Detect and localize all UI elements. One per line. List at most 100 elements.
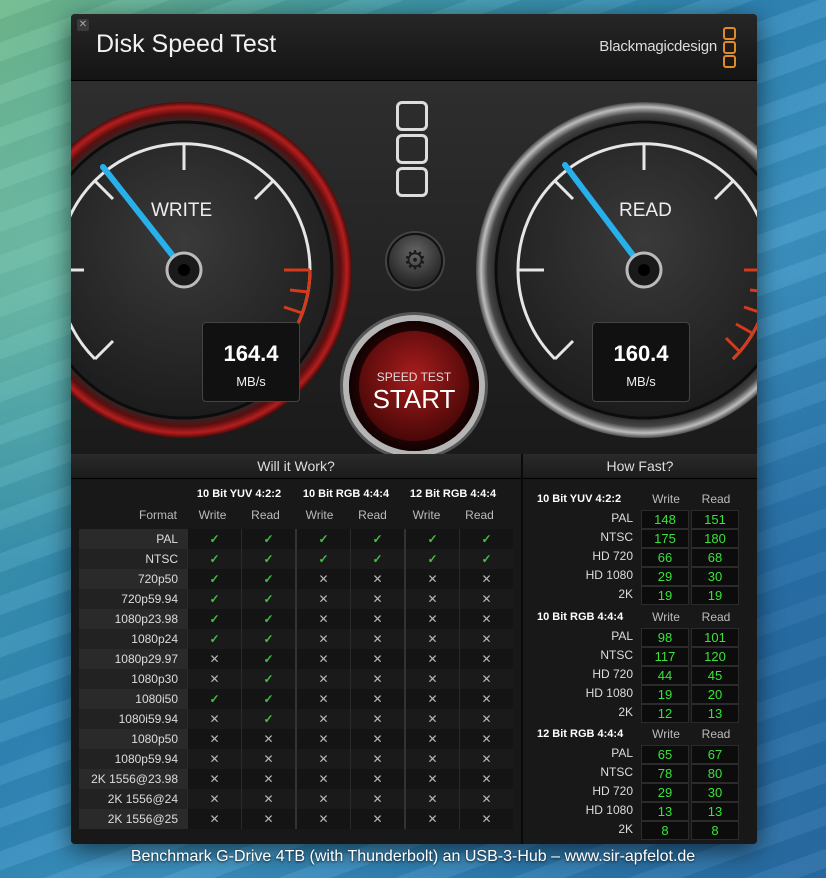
format-label: PAL — [79, 529, 187, 549]
write-readout: 164.4 MB/s — [202, 322, 300, 402]
cross-icon: ✕ — [404, 749, 459, 769]
format-label: 1080p59.94 — [79, 749, 187, 769]
read-fps-value: 45 — [691, 666, 739, 685]
cross-icon: ✕ — [459, 589, 513, 609]
cross-icon: ✕ — [459, 609, 513, 629]
table-row: 1080i59.94 ✕ ✓ ✕ ✕ ✕ ✕ — [79, 709, 513, 729]
write-fps-value: 98 — [641, 628, 689, 647]
hf-read-header: Read — [701, 727, 731, 741]
cross-icon: ✕ — [350, 789, 404, 809]
ww-read-header: Read — [251, 508, 280, 522]
format-label: 2K 1556@24 — [79, 789, 187, 809]
check-icon: ✓ — [241, 709, 295, 729]
check-icon: ✓ — [241, 549, 295, 569]
cross-icon: ✕ — [295, 689, 350, 709]
table-row: NTSC 175 180 — [529, 528, 741, 548]
read-readout: 160.4 MB/s — [592, 322, 690, 402]
resolution-label: 2K — [618, 822, 633, 836]
table-row: 720p59.94 ✓ ✓ ✕ ✕ ✕ ✕ — [79, 589, 513, 609]
format-label: 1080p29.97 — [79, 649, 187, 669]
cross-icon: ✕ — [350, 669, 404, 689]
read-fps-value: 151 — [691, 510, 739, 529]
read-fps-value: 68 — [691, 548, 739, 567]
how-fast-block-title: 12 Bit RGB 4:4:4 — [537, 728, 624, 740]
table-row: 2K 1556@24 ✕ ✕ ✕ ✕ ✕ ✕ — [79, 789, 513, 809]
write-speed-value: 164.4 — [223, 341, 279, 366]
table-row: 2K 1556@23.98 ✕ ✕ ✕ ✕ ✕ ✕ — [79, 769, 513, 789]
format-label: NTSC — [79, 549, 187, 569]
table-row: 1080p24 ✓ ✓ ✕ ✕ ✕ ✕ — [79, 629, 513, 649]
resolution-label: PAL — [611, 629, 633, 643]
check-icon: ✓ — [241, 589, 295, 609]
cross-icon: ✕ — [241, 789, 295, 809]
table-row: 1080p23.98 ✓ ✓ ✕ ✕ ✕ ✕ — [79, 609, 513, 629]
cross-icon: ✕ — [350, 649, 404, 669]
resolution-label: NTSC — [600, 530, 633, 544]
cross-icon: ✕ — [404, 569, 459, 589]
cross-icon: ✕ — [459, 669, 513, 689]
hf-write-header: Write — [652, 492, 680, 506]
format-label: 2K 1556@25 — [79, 809, 187, 829]
cross-icon: ✕ — [295, 589, 350, 609]
disk-speed-test-window: ✕ Disk Speed Test Blackmagicdesign WRITE… — [71, 14, 757, 844]
table-row: 1080i50 ✓ ✓ ✕ ✕ ✕ ✕ — [79, 689, 513, 709]
check-icon: ✓ — [404, 549, 459, 569]
write-fps-value: 66 — [641, 548, 689, 567]
cross-icon: ✕ — [295, 789, 350, 809]
cross-icon: ✕ — [295, 749, 350, 769]
read-fps-value: 13 — [691, 802, 739, 821]
cross-icon: ✕ — [404, 709, 459, 729]
hf-read-header: Read — [701, 610, 731, 624]
cross-icon: ✕ — [350, 569, 404, 589]
check-icon: ✓ — [241, 689, 295, 709]
cross-icon: ✕ — [187, 749, 241, 769]
table-row: PAL ✓ ✓ ✓ ✓ ✓ ✓ — [79, 529, 513, 549]
how-fast-block: 10 Bit YUV 4:2:2 Write Read PAL 148 151 NTSC 17… — [529, 489, 741, 605]
cross-icon: ✕ — [241, 769, 295, 789]
cross-icon: ✕ — [404, 669, 459, 689]
cross-icon: ✕ — [295, 649, 350, 669]
format-label: 1080i59.94 — [79, 709, 187, 729]
ww-group-rgb444-10: 10 Bit RGB 4:4:4 — [302, 488, 390, 500]
resolution-label: NTSC — [600, 648, 633, 662]
cross-icon: ✕ — [295, 709, 350, 729]
close-icon[interactable]: ✕ — [77, 19, 89, 31]
table-row: 2K 1556@25 ✕ ✕ ✕ ✕ ✕ ✕ — [79, 809, 513, 829]
results-tables: Will it Work? How Fast? 10 Bit YUV 4:2:2… — [71, 454, 757, 844]
ww-group-rgb444-12: 12 Bit RGB 4:4:4 — [409, 488, 497, 500]
check-icon: ✓ — [404, 529, 459, 549]
check-icon: ✓ — [350, 529, 404, 549]
write-fps-value: 78 — [641, 764, 689, 783]
cross-icon: ✕ — [459, 709, 513, 729]
check-icon: ✓ — [241, 629, 295, 649]
read-fps-value: 80 — [691, 764, 739, 783]
write-fps-value: 29 — [641, 783, 689, 802]
table-row: HD 1080 29 30 — [529, 566, 741, 586]
read-fps-value: 30 — [691, 567, 739, 586]
table-row: PAL 148 151 — [529, 509, 741, 529]
format-label: 1080p30 — [79, 669, 187, 689]
table-row: 1080p59.94 ✕ ✕ ✕ ✕ ✕ ✕ — [79, 749, 513, 769]
read-speed-value: 160.4 — [613, 341, 669, 366]
brand-name: Blackmagicdesign — [599, 38, 717, 55]
blackmagic-logo-icon — [723, 27, 736, 69]
check-icon: ✓ — [187, 529, 241, 549]
cross-icon: ✕ — [187, 789, 241, 809]
resolution-label: PAL — [611, 511, 633, 525]
start-button[interactable]: SPEED TEST START — [349, 321, 479, 451]
check-icon: ✓ — [295, 529, 350, 549]
table-row: 720p50 ✓ ✓ ✕ ✕ ✕ ✕ — [79, 569, 513, 589]
read-fps-value: 8 — [691, 821, 739, 840]
table-row: HD 720 66 68 — [529, 547, 741, 567]
cross-icon: ✕ — [404, 769, 459, 789]
read-label: READ — [619, 200, 672, 221]
start-button-caption: SPEED TEST — [376, 370, 452, 384]
write-fps-value: 19 — [641, 685, 689, 704]
cross-icon: ✕ — [404, 809, 459, 829]
how-fast-block: 10 Bit RGB 4:4:4 Write Read PAL 98 101 NTSC 117… — [529, 607, 741, 723]
write-fps-value: 117 — [641, 647, 689, 666]
resolution-label: HD 1080 — [585, 803, 633, 817]
cross-icon: ✕ — [404, 609, 459, 629]
gear-icon[interactable]: ⚙ — [387, 233, 443, 289]
hf-read-header: Read — [701, 492, 731, 506]
